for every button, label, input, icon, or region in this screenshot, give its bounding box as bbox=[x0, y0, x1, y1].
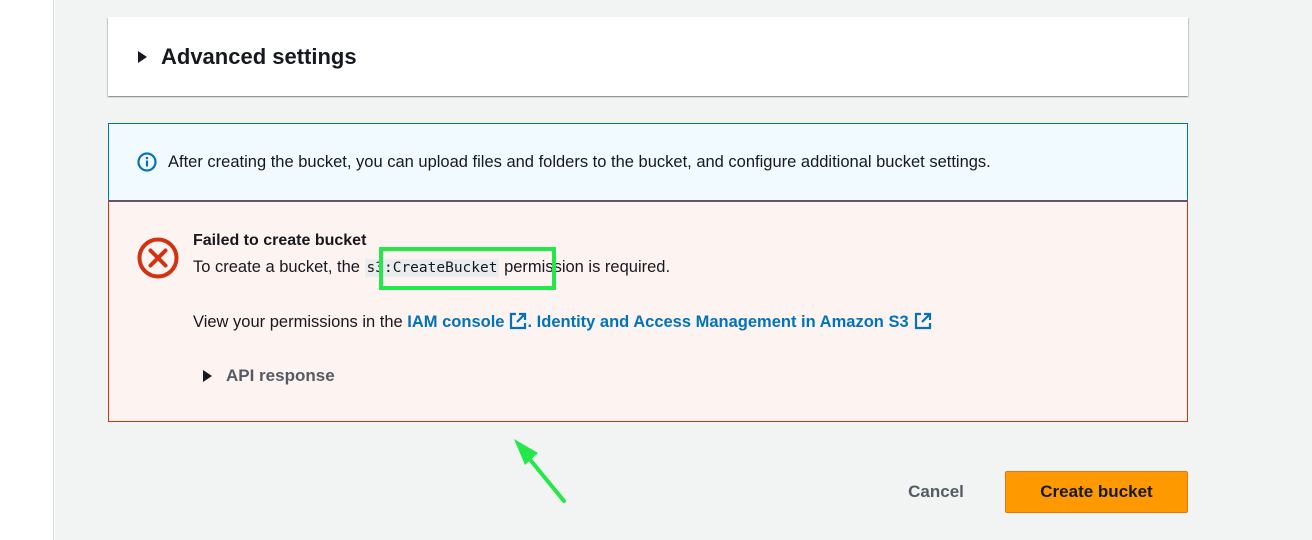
iam-console-link[interactable]: IAM console bbox=[407, 313, 504, 331]
advanced-settings-title[interactable]: Advanced settings bbox=[161, 44, 357, 70]
caret-right-icon[interactable] bbox=[203, 370, 212, 382]
error-message-prefix: To create a bucket, the bbox=[193, 258, 365, 276]
cancel-button[interactable]: Cancel bbox=[886, 471, 986, 513]
create-bucket-button[interactable]: Create bucket bbox=[1005, 471, 1188, 513]
info-circle-icon bbox=[137, 152, 157, 172]
permissions-prefix: View your permissions in the bbox=[193, 313, 408, 331]
error-title: Failed to create bucket bbox=[193, 232, 367, 249]
info-alert-text: After creating the bucket, you can uploa… bbox=[168, 152, 991, 171]
error-x-circle-icon bbox=[137, 237, 179, 279]
caret-right-icon[interactable] bbox=[138, 50, 147, 63]
external-link-icon[interactable] bbox=[914, 312, 932, 330]
api-response-label[interactable]: API response bbox=[226, 366, 335, 386]
side-navigation-strip bbox=[0, 0, 54, 540]
iam-docs-link[interactable]: Identity and Access Management in Amazon… bbox=[537, 313, 909, 331]
advanced-settings-panel[interactable]: Advanced settings bbox=[108, 17, 1188, 96]
error-alert: Failed to create bucket To create a buck… bbox=[108, 201, 1188, 422]
permissions-line: View your permissions in the IAM console… bbox=[193, 312, 932, 332]
external-link-icon[interactable] bbox=[509, 312, 527, 330]
annotation-arrow-icon bbox=[514, 439, 566, 503]
link-separator: . bbox=[527, 313, 533, 331]
info-alert: After creating the bucket, you can uploa… bbox=[108, 123, 1188, 201]
annotation-highlight-box bbox=[379, 247, 556, 290]
api-response-expander[interactable]: API response bbox=[203, 366, 335, 386]
